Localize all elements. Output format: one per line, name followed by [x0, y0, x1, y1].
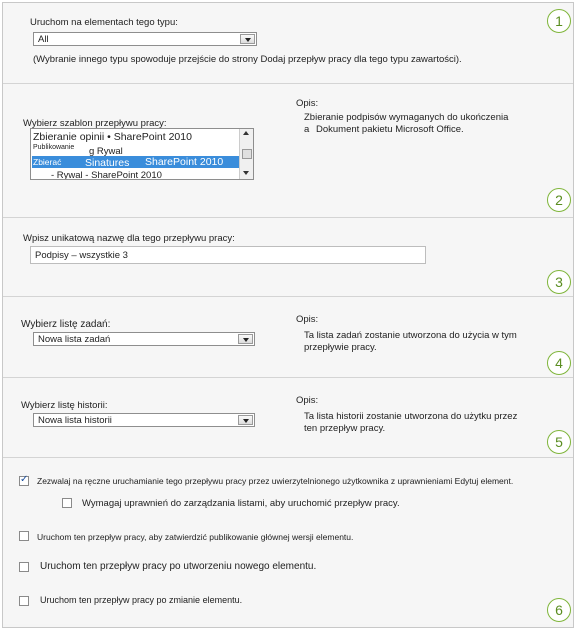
section-task-list: Wybierz listę zadań: Nowa lista zadań Op…: [3, 297, 573, 378]
workflow-name-input[interactable]: Podpisy – wszystkie 3: [30, 246, 426, 264]
listbox-scrollbar[interactable]: [239, 129, 253, 179]
task-list-desc-line1: Ta lista zadań zostanie utworzona do uży…: [304, 330, 517, 341]
step-1-icon: 1: [547, 9, 571, 33]
history-list-value: Nowa lista historii: [38, 415, 112, 426]
history-list-select[interactable]: Nowa lista historii: [33, 413, 255, 427]
list-item-selected[interactable]: Zbierać: [33, 157, 61, 167]
task-list-desc-title: Opis:: [296, 314, 319, 325]
scroll-up-icon[interactable]: [243, 131, 249, 135]
content-type-label: Uruchom na elementach tego typu:: [30, 17, 178, 28]
start-on-create-label: Uruchom ten przepływ pracy po utworzeniu…: [40, 561, 317, 572]
history-list-desc-line2: ten przepływ pracy.: [304, 423, 386, 434]
template-listbox[interactable]: Zbieranie opinii • SharePoint 2010 Publi…: [30, 128, 254, 180]
start-on-publish-checkbox[interactable]: [19, 531, 29, 541]
section-content-type: Uruchom na elementach tego typu: All (Wy…: [3, 3, 573, 84]
start-on-change-checkbox[interactable]: [19, 596, 29, 606]
workflow-name-label: Wpisz unikatową nazwę dla tego przepływu…: [23, 233, 235, 244]
allow-manual-start-checkbox[interactable]: [19, 474, 29, 486]
section-history-list: Wybierz listę historii: Nowa lista histo…: [3, 378, 573, 458]
chevron-down-icon[interactable]: [238, 415, 253, 425]
require-manage-lists-label: Wymagaj uprawnień do zarządzania listami…: [82, 498, 400, 509]
scroll-down-icon[interactable]: [243, 171, 249, 175]
scroll-thumb[interactable]: [242, 149, 252, 159]
template-desc-title: Opis:: [296, 98, 319, 109]
start-on-publish-label: Uruchom ten przepływ pracy, aby zatwierd…: [37, 532, 354, 542]
template-desc-line1: Zbieranie podpisów wymaganych do ukończe…: [304, 112, 509, 123]
start-on-change-label: Uruchom ten przepływ pracy po zmianie el…: [40, 595, 243, 605]
section-start-options: Zezwalaj na ręczne uruchamianie tego prz…: [3, 458, 573, 624]
history-list-desc-title: Opis:: [296, 395, 319, 406]
task-list-value: Nowa lista zadań: [38, 334, 111, 345]
task-list-desc-line2: przepływie pracy.: [304, 342, 377, 353]
list-item-selected[interactable]: Sinatures: [85, 157, 129, 169]
step-5-icon: 5: [547, 430, 571, 454]
content-type-value: All: [38, 34, 49, 45]
list-item-selected[interactable]: SharePoint 2010: [145, 156, 223, 168]
chevron-down-icon[interactable]: [238, 334, 253, 344]
workflow-name-value: Podpisy – wszystkie 3: [35, 250, 128, 261]
template-desc-line2: Dokument pakietu Microsoft Office.: [316, 124, 464, 135]
template-desc-bullet: a: [304, 124, 310, 135]
step-2-icon: 2: [547, 188, 571, 212]
chevron-down-icon[interactable]: [240, 34, 255, 44]
step-4-icon: 4: [547, 351, 571, 375]
content-type-note: (Wybranie innego typu spowoduje przejści…: [33, 54, 462, 65]
allow-manual-start-label: Zezwalaj na ręczne uruchamianie tego prz…: [37, 476, 514, 486]
step-3-icon: 3: [547, 270, 571, 294]
start-on-create-checkbox[interactable]: [19, 562, 29, 572]
require-manage-lists-checkbox[interactable]: [62, 498, 72, 508]
history-list-desc-line1: Ta lista historii zostanie utworzona do …: [304, 411, 518, 422]
list-item[interactable]: Publikowanie: [33, 144, 74, 151]
task-list-select[interactable]: Nowa lista zadań: [33, 332, 255, 346]
content-type-select[interactable]: All: [33, 32, 257, 46]
list-item[interactable]: - Rywal - SharePoint 2010: [51, 170, 162, 179]
task-list-label: Wybierz listę zadań:: [21, 319, 111, 330]
step-6-icon: 6: [547, 598, 571, 622]
history-list-label: Wybierz listę historii:: [21, 400, 108, 411]
list-item[interactable]: Zbieranie opinii • SharePoint 2010: [33, 131, 192, 143]
